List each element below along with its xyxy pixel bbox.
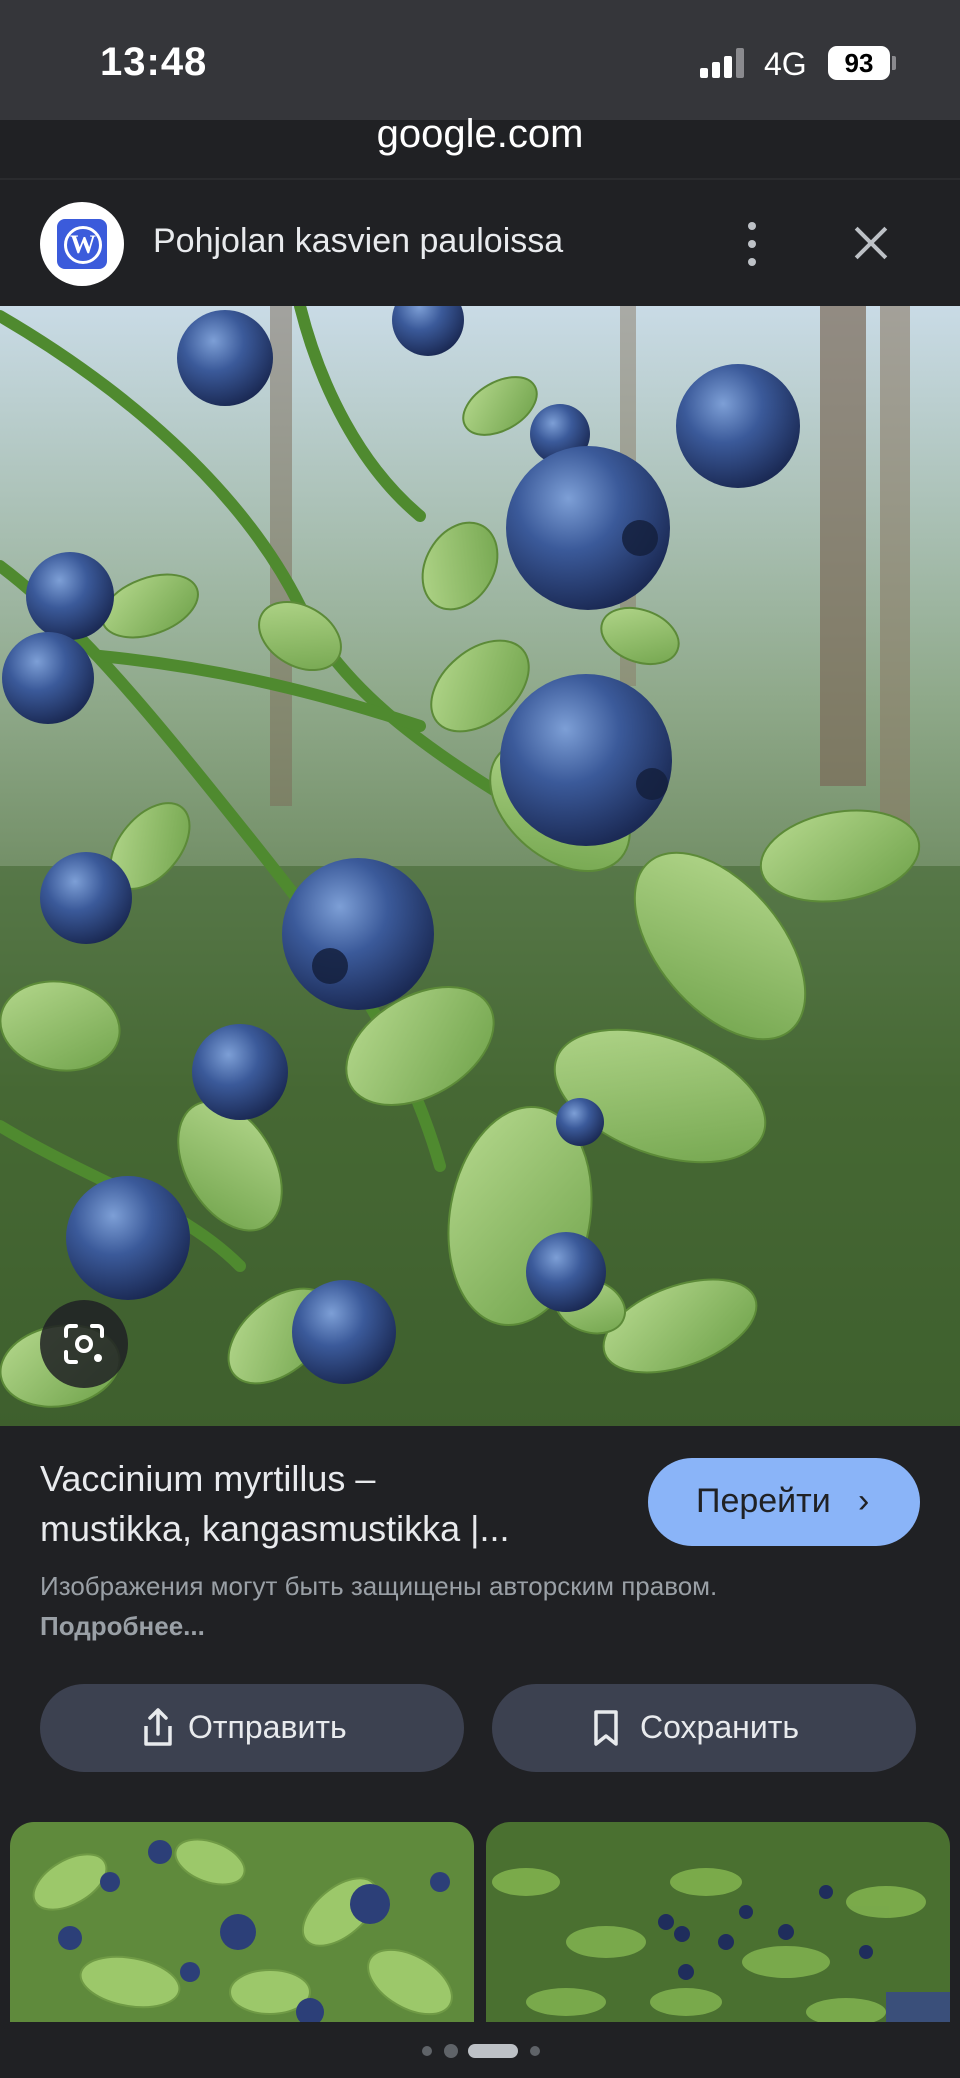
thumbnail-photo (486, 1822, 950, 2022)
save-button[interactable]: Сохранить (492, 1684, 916, 1772)
battery-icon: 93 (828, 46, 890, 80)
network-type: 4G (764, 46, 807, 82)
learn-more-link[interactable]: Подробнее... (40, 1611, 205, 1641)
status-bar: 13:48 4G 93 google.com (0, 0, 960, 156)
source-title[interactable]: Pohjolan kasvien pauloissa (153, 222, 563, 261)
pager-dot[interactable] (530, 2046, 540, 2056)
related-image-thumbnail[interactable] (10, 1822, 474, 2022)
thumbnail-photo (10, 1822, 474, 2022)
save-label: Сохранить (640, 1709, 800, 1745)
source-avatar[interactable]: W (40, 202, 124, 286)
pager-dot-active[interactable] (468, 2044, 518, 2058)
battery-tip (892, 56, 896, 70)
status-time: 13:48 (100, 40, 208, 84)
pager-dot[interactable] (444, 2044, 458, 2058)
wordpress-icon: W (57, 219, 107, 269)
share-icon (144, 1708, 172, 1746)
pager-dots[interactable] (0, 2022, 960, 2078)
share-label: Отправить (188, 1709, 347, 1745)
related-image-thumbnail[interactable] (486, 1822, 950, 2022)
more-options-icon[interactable] (740, 222, 764, 266)
google-lens-icon[interactable] (40, 1300, 128, 1388)
visit-button[interactable]: Перейти › (648, 1458, 920, 1546)
visit-button-label: Перейти (696, 1482, 831, 1520)
signal-icon (700, 48, 750, 78)
result-title[interactable]: Vaccinium myrtillus – mustikka, kangasmu… (40, 1454, 600, 1554)
blueberry-photo (0, 306, 960, 1426)
close-icon[interactable] (848, 220, 894, 266)
share-button[interactable]: Отправить (40, 1684, 464, 1772)
main-image[interactable] (0, 306, 960, 1426)
chevron-right-icon: › (858, 1482, 870, 1520)
copyright-notice: Изображения могут быть защищены авторски… (40, 1571, 718, 1641)
bookmark-icon (594, 1710, 618, 1746)
address-bar-url[interactable]: google.com (0, 112, 960, 157)
pager-dot[interactable] (422, 2046, 432, 2056)
